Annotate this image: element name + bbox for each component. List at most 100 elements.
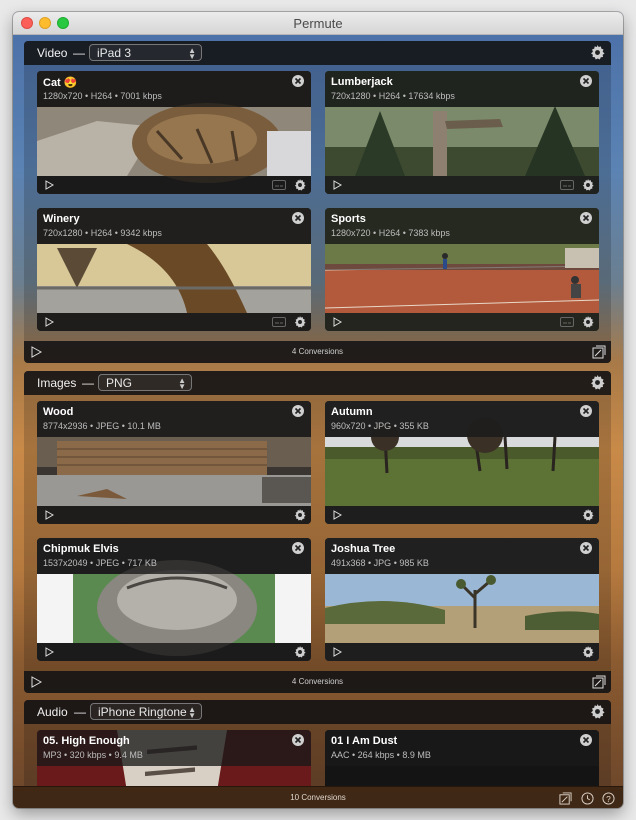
preset-value: iPhone Ringtone	[98, 705, 187, 719]
card-footer	[325, 176, 599, 194]
card-header: 01 I Am Dust AAC • 264 kbps • 8.9 MB	[325, 730, 599, 766]
remove-icon[interactable]	[292, 542, 304, 554]
remove-icon[interactable]	[292, 212, 304, 224]
card-footer	[37, 506, 311, 524]
gear-icon[interactable]	[294, 646, 306, 658]
section-title: Images	[37, 376, 77, 390]
card-title: 01 I Am Dust	[331, 735, 398, 747]
card-meta: 1537x2049 • JPEG • 717 KB	[43, 558, 157, 568]
gear-icon[interactable]	[590, 45, 605, 60]
card-header: 05. High Enough MP3 • 320 kbps • 9.4 MB	[37, 730, 311, 766]
audio-section: Audio — iPhone Ringtone ▲ ▼ 05. High Eno…	[24, 700, 611, 786]
media-card[interactable]: Chipmuk Elvis 1537x2049 • JPEG • 717 KB	[37, 538, 311, 661]
card-meta: AAC • 264 kbps • 8.9 MB	[331, 750, 431, 760]
window-title: Permute	[293, 16, 343, 31]
gear-icon[interactable]	[294, 316, 306, 328]
card-meta: MP3 • 320 kbps • 9.4 MB	[43, 750, 143, 760]
media-card[interactable]: Cat 😍 1280x720 • H264 • 7001 kbps	[37, 71, 311, 194]
play-icon[interactable]	[332, 180, 342, 190]
images-preset-select[interactable]: PNG ▲ ▼	[98, 374, 192, 391]
card-meta: 1280x720 • H264 • 7383 kbps	[331, 228, 450, 238]
bottom-status-bar: 10 Conversions ?	[13, 786, 623, 808]
section-title: Video	[37, 46, 68, 60]
play-icon[interactable]	[44, 510, 54, 520]
preset-value: iPad 3	[97, 46, 132, 60]
images-section-header: Images — PNG ▲ ▼	[24, 371, 611, 395]
video-preset-select[interactable]: iPad 3 ▲ ▼	[89, 44, 202, 61]
gear-icon[interactable]	[590, 704, 605, 719]
play-icon[interactable]	[44, 647, 54, 657]
card-meta: 8774x2936 • JPEG • 10.1 MB	[43, 421, 161, 431]
card-title: Chipmuk Elvis	[43, 543, 119, 555]
convert-all-icon[interactable]	[559, 792, 572, 805]
subtitles-icon[interactable]	[560, 317, 574, 327]
media-card[interactable]: Wood 8774x2936 • JPEG • 10.1 MB	[37, 401, 311, 524]
section-dash: —	[82, 376, 94, 390]
section-dash: —	[74, 705, 86, 719]
convert-icon[interactable]	[592, 675, 606, 689]
card-header: Wood 8774x2936 • JPEG • 10.1 MB	[37, 401, 311, 437]
media-card[interactable]: Autumn 960x720 • JPG • 355 KB	[325, 401, 599, 524]
card-meta: 960x720 • JPG • 355 KB	[331, 421, 429, 431]
convert-icon[interactable]	[592, 345, 606, 359]
svg-text:?: ?	[606, 794, 611, 804]
title-bar: Permute	[13, 12, 623, 35]
remove-icon[interactable]	[580, 405, 592, 417]
remove-icon[interactable]	[292, 75, 304, 87]
card-footer	[325, 506, 599, 524]
remove-icon[interactable]	[580, 542, 592, 554]
remove-icon[interactable]	[292, 405, 304, 417]
section-title: Audio	[37, 705, 68, 719]
audio-preset-select[interactable]: iPhone Ringtone ▲ ▼	[90, 703, 202, 720]
remove-icon[interactable]	[580, 212, 592, 224]
video-section-footer: 4 Conversions	[24, 341, 611, 363]
help-icon[interactable]: ?	[602, 792, 615, 805]
play-icon[interactable]	[332, 510, 342, 520]
conversions-count: 4 Conversions	[291, 677, 344, 686]
media-card[interactable]: Winery 720x1280 • H264 • 9342 kbps	[37, 208, 311, 331]
card-meta: 491x368 • JPG • 985 KB	[331, 558, 429, 568]
remove-icon[interactable]	[580, 734, 592, 746]
media-card[interactable]: 01 I Am Dust AAC • 264 kbps • 8.9 MB	[325, 730, 599, 786]
play-icon[interactable]	[44, 180, 54, 190]
card-header: Sports 1280x720 • H264 • 7383 kbps	[325, 208, 599, 244]
app-window: Permute Video — iPad 3 ▲ ▼ Cat 😍 1280x72…	[13, 12, 623, 808]
gear-icon[interactable]	[294, 179, 306, 191]
subtitles-icon[interactable]	[560, 180, 574, 190]
card-footer	[325, 313, 599, 331]
card-title: Cat 😍	[43, 77, 78, 89]
media-card[interactable]: Joshua Tree 491x368 • JPG • 985 KB	[325, 538, 599, 661]
play-icon[interactable]	[332, 647, 342, 657]
total-conversions: 10 Conversions	[290, 793, 346, 802]
card-meta: 720x1280 • H264 • 9342 kbps	[43, 228, 162, 238]
video-section: Video — iPad 3 ▲ ▼ Cat 😍 1280x720 • H264…	[24, 41, 611, 363]
play-icon[interactable]	[44, 317, 54, 327]
card-title: Sports	[331, 213, 366, 225]
card-footer	[325, 643, 599, 661]
media-card[interactable]: 05. High Enough MP3 • 320 kbps • 9.4 MB	[37, 730, 311, 786]
remove-icon[interactable]	[292, 734, 304, 746]
card-footer	[37, 176, 311, 194]
subtitles-icon[interactable]	[272, 317, 286, 327]
section-dash: —	[73, 46, 85, 60]
conversions-count: 4 Conversions	[291, 347, 344, 356]
media-card[interactable]: Sports 1280x720 • H264 • 7383 kbps	[325, 208, 599, 331]
clock-icon[interactable]	[581, 792, 594, 805]
card-title: Lumberjack	[331, 76, 393, 88]
card-header: Lumberjack 720x1280 • H264 • 17634 kbps	[325, 71, 599, 107]
card-meta: 720x1280 • H264 • 17634 kbps	[331, 91, 455, 101]
gear-icon[interactable]	[582, 509, 594, 521]
remove-icon[interactable]	[580, 75, 592, 87]
card-meta: 1280x720 • H264 • 7001 kbps	[43, 91, 162, 101]
card-title: Wood	[43, 406, 74, 418]
images-section-footer: 4 Conversions	[24, 671, 611, 693]
gear-icon[interactable]	[582, 179, 594, 191]
play-icon[interactable]	[332, 317, 342, 327]
gear-icon[interactable]	[294, 509, 306, 521]
chevron-down-icon: ▼	[178, 382, 186, 391]
media-card[interactable]: Lumberjack 720x1280 • H264 • 17634 kbps	[325, 71, 599, 194]
subtitles-icon[interactable]	[272, 180, 286, 190]
gear-icon[interactable]	[582, 316, 594, 328]
gear-icon[interactable]	[590, 375, 605, 390]
gear-icon[interactable]	[582, 646, 594, 658]
